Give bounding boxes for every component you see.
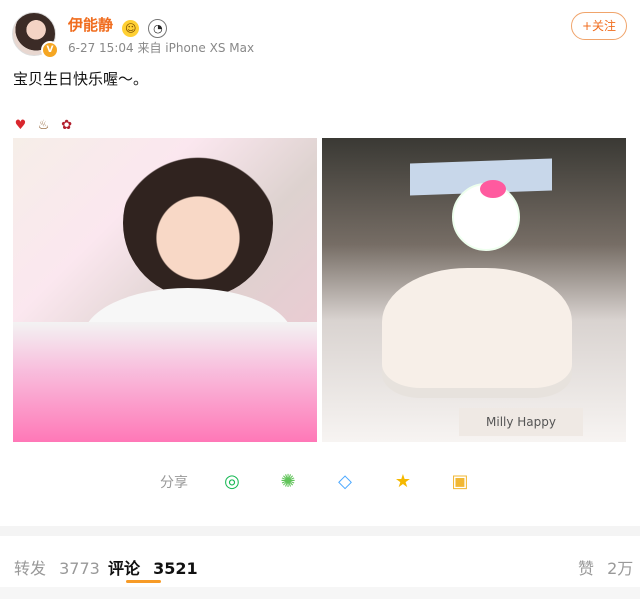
tab-likes-count[interactable]: 2万 xyxy=(607,559,633,578)
toy-foreground xyxy=(13,322,317,442)
verified-badge-icon: V xyxy=(41,41,59,59)
post-image-2[interactable]: Milly Happy Birthday xyxy=(322,138,626,442)
post-image-1[interactable] xyxy=(13,138,317,442)
follow-button[interactable]: +关注 xyxy=(571,12,627,40)
cake-icon: ♨ xyxy=(37,118,50,133)
panda-icon: ◔ xyxy=(148,19,168,38)
girl-head xyxy=(123,148,273,298)
bottom-strip xyxy=(0,587,640,599)
save-image-icon[interactable]: ▣ xyxy=(448,469,472,493)
reaction-icons: ♥ ♨ ✿ xyxy=(13,114,77,133)
tab-comments-label[interactable]: 评论 xyxy=(108,559,140,578)
favorite-icon[interactable]: ★ xyxy=(391,469,415,493)
section-divider xyxy=(0,526,640,536)
tab-likes-label[interactable]: 赞 xyxy=(578,559,594,578)
username[interactable]: 伊能静 ☺ ◔ xyxy=(68,14,168,38)
cake-board-text: Milly Happy Birthday xyxy=(459,408,583,436)
username-text[interactable]: 伊能静 xyxy=(68,16,113,34)
rose-icon: ✿ xyxy=(61,118,73,133)
tab-comments-count[interactable]: 3521 xyxy=(153,559,198,578)
tab-comments[interactable]: 评论 3521 xyxy=(108,555,198,579)
kitty-bow xyxy=(480,180,506,198)
post-header: V 伊能静 ☺ ◔ 6-27 15:04 来自 iPhone XS Max +关… xyxy=(0,0,640,60)
qq-icon[interactable]: ◇ xyxy=(333,469,357,493)
birthday-cake xyxy=(382,268,572,388)
wechat-icon[interactable]: ◎ xyxy=(220,469,244,493)
heart-icon: ♥ xyxy=(14,118,27,133)
tab-reposts-label[interactable]: 转发 xyxy=(14,559,46,578)
share-label: 分享 xyxy=(160,475,188,491)
tab-reposts-count[interactable]: 3773 xyxy=(59,559,100,578)
active-tab-indicator xyxy=(126,580,161,583)
moments-icon[interactable]: ✺ xyxy=(276,469,300,493)
post-stats-tabs: 转发 3773 评论 3521 赞 2万 xyxy=(0,545,640,585)
post-meta: 6-27 15:04 来自 iPhone XS Max xyxy=(68,39,254,56)
post-timestamp: 6-27 15:04 xyxy=(68,41,134,55)
emoji-icon: ☺ xyxy=(122,20,140,37)
post-text: 宝贝生日快乐喔～。 xyxy=(13,70,149,88)
post-source: 来自 iPhone XS Max xyxy=(137,41,255,55)
tab-reposts[interactable]: 转发 3773 xyxy=(14,555,100,579)
tab-likes[interactable]: 赞 2万 xyxy=(578,555,633,579)
